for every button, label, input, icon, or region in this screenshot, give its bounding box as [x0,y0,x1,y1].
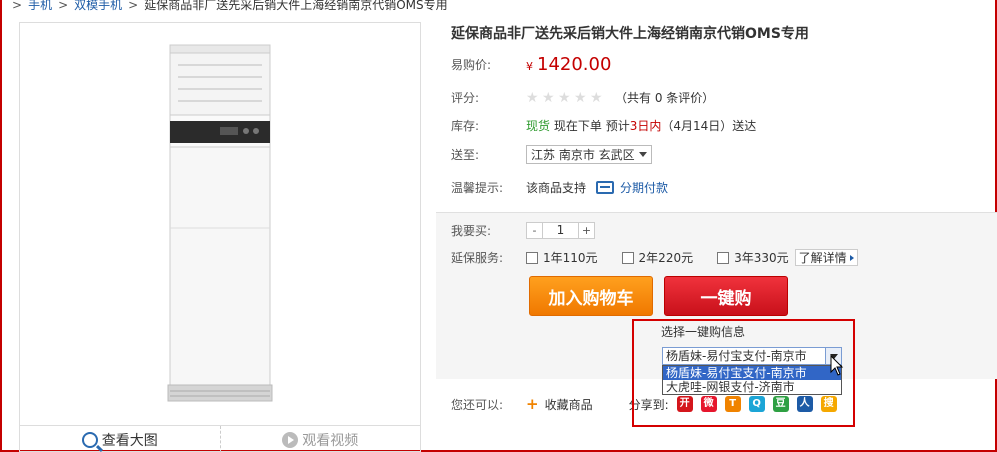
price-amount: 1420.00 [537,54,612,75]
stock-date: （4月14日）送达 [661,119,757,133]
rating-row: 评分: ★ ★ ★ ★ ★ （共有 0 条评价） [451,89,714,106]
stock-row: 库存: 现货 现在下单 预计 3日内 （4月14日）送达 [451,117,756,134]
breadcrumb: > 手机 > 双模手机 > 延保商品非厂送先采后销大件上海经销南京代销OMS专用 [6,0,448,12]
breadcrumb-item-phones[interactable]: 手机 [28,0,52,12]
star-icon: ★ [590,89,603,106]
stock-status: 现货 [526,119,551,133]
details-label: 了解详情 [798,251,847,265]
one-click-buy-button[interactable]: 一键购 [664,276,788,316]
tip-row: 温馨提示: 该商品支持 分期付款 [451,179,668,196]
warranty-option-label: 3年330元 [734,251,789,265]
image-actions: 查看大图 观看视频 [20,425,420,452]
ship-label: 送至: [451,148,480,162]
currency-symbol: ¥ [526,60,533,73]
breadcrumb-separator: > [12,0,23,12]
checkbox[interactable] [717,251,730,264]
checkbox[interactable] [526,251,538,264]
product-image[interactable] [20,23,420,423]
price-row: 易购价: ¥1420.00 [451,54,611,75]
tip-label: 温馨提示: [451,181,504,195]
stock-label: 库存: [451,119,480,133]
one-click-option[interactable]: 大虎哇-网银支付-济南市 [663,380,841,394]
quantity-plus-button[interactable]: + [578,222,595,239]
installment-link[interactable]: 分期付款 [620,179,668,196]
star-icon: ★ [526,89,539,106]
stock-order-text: 现在下单 [553,119,602,133]
ship-row: 送至: 江苏 南京市 玄武区 [451,145,652,164]
price-value: ¥1420.00 [526,54,611,75]
rating-label: 评分: [451,91,480,105]
play-icon [282,431,299,448]
stock-days: 3日内 [629,119,662,133]
mouse-cursor-icon [830,355,844,376]
favorite-link[interactable]: 收藏商品 [545,396,593,413]
ship-location-select[interactable]: 江苏 南京市 玄武区 [526,145,652,164]
quantity-stepper: - 1 + [526,222,595,239]
warranty-option-3y[interactable]: 3年330元 [717,249,789,266]
watch-video-button[interactable]: 观看视频 [219,426,421,452]
product-image-panel: 查看大图 观看视频 [19,22,421,452]
ship-location-value: 江苏 南京市 玄武区 [531,148,635,162]
breadcrumb-separator: > [128,0,139,12]
price-label: 易购价: [451,58,492,72]
chevron-right-icon [849,254,854,261]
watch-video-label: 观看视频 [302,432,359,449]
star-icon: ★ [574,89,587,106]
warranty-option-label: 1年110元 [543,251,598,265]
plus-icon: + [526,395,539,413]
one-click-options-list: 杨盾妹-易付宝支付-南京市 大虎哇-网银支付-济南市 [662,365,842,395]
warranty-details-button[interactable]: 了解详情 [794,249,858,266]
view-large-label: 查看大图 [101,432,158,449]
warranty-option-1y[interactable]: 1年110元 [526,249,598,266]
tip-text: 该商品支持 [526,181,587,195]
warranty-row: 延保服务: 1年110元 2年220元 3年330元 了解详情 [451,249,858,266]
quantity-input[interactable]: 1 [543,222,578,239]
one-click-selected-value: 杨盾妹-易付宝支付-南京市 [666,349,807,363]
rating-stars: ★ ★ ★ ★ ★ [526,91,605,105]
you-can-label: 您还可以: [451,397,504,412]
warranty-option-label: 2年220元 [638,251,694,265]
view-large-button[interactable]: 查看大图 [20,426,220,452]
one-click-info-select[interactable]: 杨盾妹-易付宝支付-南京市 [662,347,842,365]
checkbox[interactable] [621,251,634,264]
quantity-row: 我要买: - 1 + [451,222,595,239]
magnifier-icon [81,431,98,448]
credit-card-icon [596,181,615,194]
quantity-label: 我要买: [451,224,492,238]
air-conditioner-image [167,44,273,402]
star-icon: ★ [542,89,555,106]
add-to-cart-button[interactable]: 加入购物车 [529,276,653,316]
breadcrumb-separator: > [58,0,69,12]
one-click-option[interactable]: 杨盾妹-易付宝支付-南京市 [663,366,841,380]
star-icon: ★ [558,89,571,106]
quantity-minus-button[interactable]: - [526,222,543,239]
rating-count-link[interactable]: （共有 0 条评价） [615,89,714,106]
one-click-popup-title: 选择一键购信息 [661,325,746,339]
warranty-option-2y[interactable]: 2年220元 [621,249,694,266]
chevron-down-icon [638,152,647,157]
warranty-label: 延保服务: [451,251,504,265]
breadcrumb-current: 延保商品非厂送先采后销大件上海经销南京代销OMS专用 [144,0,448,12]
breadcrumb-item-dual-mode[interactable]: 双模手机 [74,0,122,12]
product-title: 延保商品非厂送先采后销大件上海经销南京代销OMS专用 [451,26,809,42]
stock-estimate-prefix: 预计 [605,119,630,133]
